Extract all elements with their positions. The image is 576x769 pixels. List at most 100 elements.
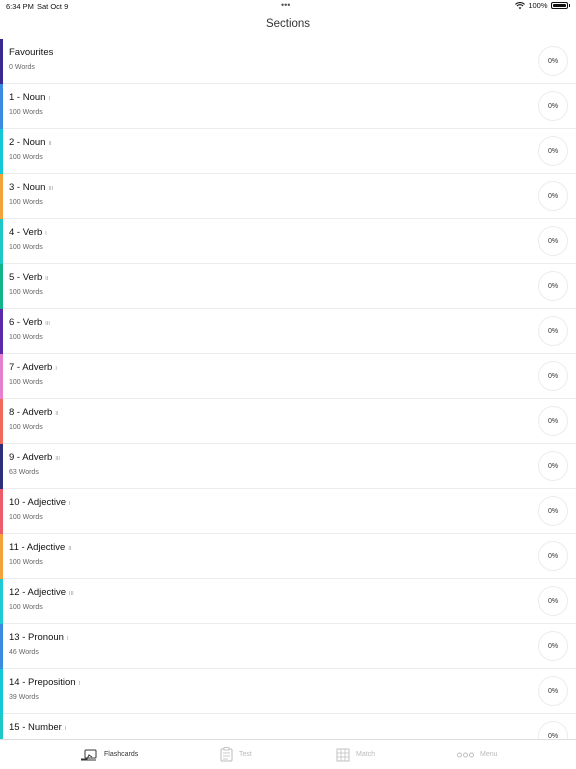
section-title: 4 - Verb I bbox=[9, 227, 47, 238]
match-grid-icon bbox=[336, 748, 350, 761]
section-color-bar bbox=[0, 129, 3, 174]
section-level: I bbox=[48, 96, 50, 102]
section-color-bar bbox=[0, 219, 3, 264]
section-progress-circle: 0% bbox=[538, 631, 568, 661]
section-word-count: 100 Words bbox=[9, 109, 43, 116]
section-progress-circle: 0% bbox=[538, 46, 568, 76]
section-title: 14 - Preposition I bbox=[9, 677, 80, 688]
section-color-bar bbox=[0, 264, 3, 309]
section-word-count: 100 Words bbox=[9, 559, 43, 566]
section-level: III bbox=[45, 321, 50, 327]
section-progress-circle: 0% bbox=[538, 721, 568, 739]
section-word-count: 100 Words bbox=[9, 514, 43, 521]
section-title: 13 - Pronoun I bbox=[9, 632, 68, 643]
section-title: 5 - Verb II bbox=[9, 272, 48, 283]
section-name: 10 - Adjective bbox=[9, 497, 67, 508]
section-progress-circle: 0% bbox=[538, 226, 568, 256]
section-level: II bbox=[45, 276, 49, 282]
section-name: 9 - Adverb bbox=[9, 452, 53, 463]
section-row[interactable]: 6 - Verb III 100 Words 0% bbox=[0, 309, 576, 354]
status-bar: 6:34 PM Sat Oct 9 ••• 100% bbox=[0, 0, 576, 14]
section-level: I bbox=[55, 366, 57, 372]
section-word-count: 100 Words bbox=[9, 604, 43, 611]
section-list[interactable]: Favourites 0 Words 0% 1 - Noun I 100 Words 0% 2… bbox=[0, 39, 576, 739]
section-name: 7 - Adverb bbox=[9, 362, 53, 373]
section-row[interactable]: 9 - Adverb III 63 Words 0% bbox=[0, 444, 576, 489]
page-title: Sections bbox=[265, 18, 311, 30]
section-row[interactable]: Favourites 0 Words 0% bbox=[0, 39, 576, 84]
section-progress-circle: 0% bbox=[538, 361, 568, 391]
section-word-count: 100 Words bbox=[9, 199, 43, 206]
section-word-count: 100 Words bbox=[9, 334, 43, 341]
section-progress-circle: 0% bbox=[538, 181, 568, 211]
section-progress-circle: 0% bbox=[538, 541, 568, 571]
section-row[interactable]: 8 - Adverb II 100 Words 0% bbox=[0, 399, 576, 444]
section-progress-circle: 0% bbox=[538, 406, 568, 436]
section-color-bar bbox=[0, 399, 3, 444]
section-name: Favourites bbox=[9, 47, 54, 58]
section-color-bar bbox=[0, 354, 3, 399]
section-level: III bbox=[55, 456, 60, 462]
section-row[interactable]: 5 - Verb II 100 Words 0% bbox=[0, 264, 576, 309]
section-color-bar bbox=[0, 84, 3, 129]
section-word-count: 63 Words bbox=[9, 469, 39, 476]
section-word-count: 100 Words bbox=[9, 289, 43, 296]
section-progress-circle: 0% bbox=[538, 586, 568, 616]
tab-flashcards[interactable]: Flashcards bbox=[80, 740, 138, 769]
section-title: 10 - Adjective I bbox=[9, 497, 71, 508]
section-row[interactable]: 1 - Noun I 100 Words 0% bbox=[0, 84, 576, 129]
tab-match[interactable]: Match bbox=[336, 740, 375, 769]
battery-percent: 100% bbox=[528, 1, 548, 10]
section-word-count: 39 Words bbox=[9, 694, 39, 701]
tab-test[interactable]: Test bbox=[220, 740, 252, 769]
section-level: II bbox=[68, 546, 72, 552]
section-progress-circle: 0% bbox=[538, 451, 568, 481]
section-name: 14 - Preposition bbox=[9, 677, 76, 688]
section-title: 9 - Adverb III bbox=[9, 452, 60, 463]
section-row[interactable]: 7 - Adverb I 100 Words 0% bbox=[0, 354, 576, 399]
section-word-count: 100 Words bbox=[9, 244, 43, 251]
test-icon bbox=[220, 747, 233, 762]
section-name: 15 - Number bbox=[9, 722, 62, 733]
flashcards-icon bbox=[81, 749, 97, 760]
section-color-bar bbox=[0, 174, 3, 219]
section-progress-circle: 0% bbox=[538, 271, 568, 301]
section-row[interactable]: 11 - Adjective II 100 Words 0% bbox=[0, 534, 576, 579]
multitasking-dots-icon[interactable]: ••• bbox=[281, 0, 290, 10]
section-color-bar bbox=[0, 489, 3, 534]
section-row[interactable]: 4 - Verb I 100 Words 0% bbox=[0, 219, 576, 264]
section-name: 3 - Noun bbox=[9, 182, 46, 193]
section-row[interactable]: 3 - Noun III 100 Words 0% bbox=[0, 174, 576, 219]
status-date: Sat Oct 9 bbox=[37, 2, 69, 11]
section-color-bar bbox=[0, 669, 3, 714]
tab-bar: Flashcards Test Match Menu bbox=[0, 739, 576, 768]
section-row[interactable]: 14 - Preposition I 39 Words 0% bbox=[0, 669, 576, 714]
section-title: 8 - Adverb II bbox=[9, 407, 58, 418]
battery-tip bbox=[568, 4, 570, 7]
section-title: 3 - Noun III bbox=[9, 182, 53, 193]
section-word-count: 100 Words bbox=[9, 379, 43, 386]
status-right: 100% bbox=[515, 1, 570, 10]
section-title: 6 - Verb III bbox=[9, 317, 50, 328]
section-level: I bbox=[78, 681, 81, 687]
section-name: 1 - Noun bbox=[9, 92, 46, 103]
section-color-bar bbox=[0, 309, 3, 354]
section-title: 7 - Adverb I bbox=[9, 362, 57, 373]
section-name: 4 - Verb bbox=[9, 227, 43, 238]
section-level: II bbox=[55, 411, 59, 417]
section-word-count: 0 Words bbox=[9, 64, 35, 71]
section-row[interactable]: 13 - Pronoun I 46 Words 0% bbox=[0, 624, 576, 669]
section-row[interactable]: 12 - Adjective III 100 Words 0% bbox=[0, 579, 576, 624]
section-row[interactable]: 2 - Noun II 100 Words 0% bbox=[0, 129, 576, 174]
menu-dots-icon bbox=[457, 752, 474, 757]
tab-menu[interactable]: Menu bbox=[457, 740, 498, 769]
section-progress-circle: 0% bbox=[538, 91, 568, 121]
section-row[interactable]: 10 - Adjective I 100 Words 0% bbox=[0, 489, 576, 534]
section-row[interactable]: 15 - Number I 0% bbox=[0, 714, 576, 739]
section-level: I bbox=[69, 501, 71, 507]
section-progress-circle: 0% bbox=[538, 496, 568, 526]
section-name: 8 - Adverb bbox=[9, 407, 53, 418]
tab-label: Menu bbox=[480, 751, 498, 758]
section-title: 11 - Adjective II bbox=[9, 542, 71, 553]
section-level: I bbox=[64, 726, 67, 732]
